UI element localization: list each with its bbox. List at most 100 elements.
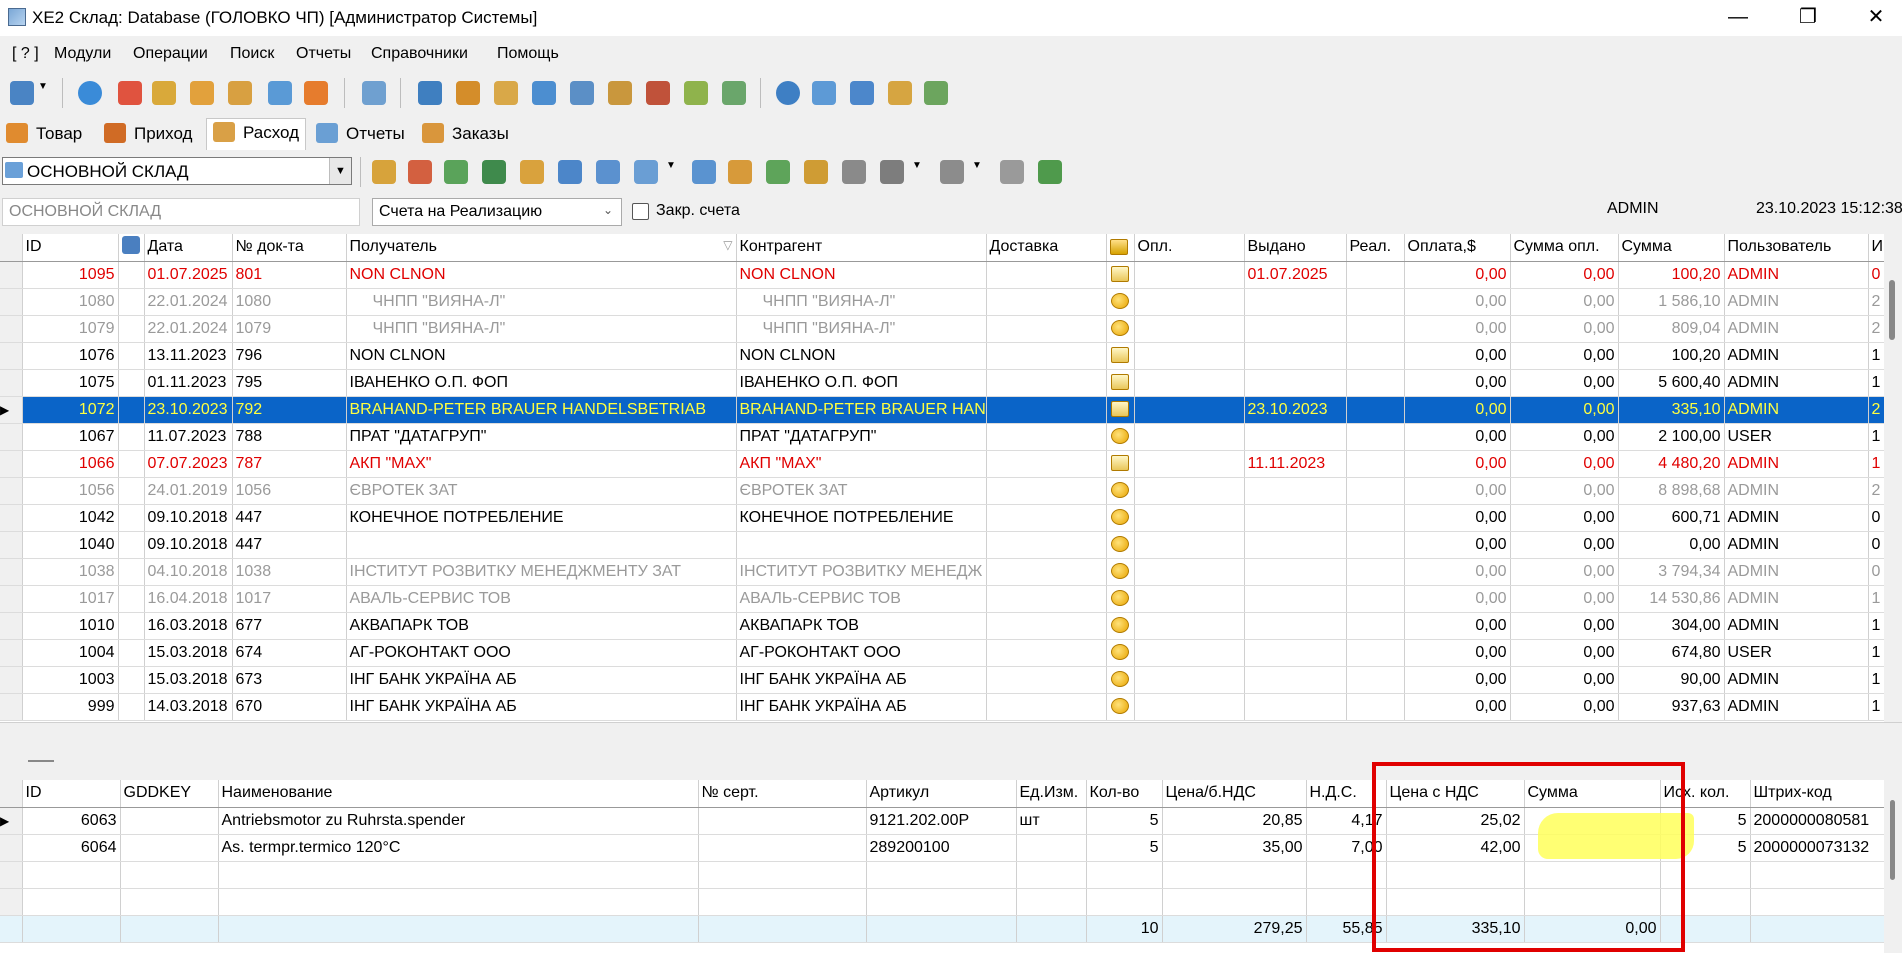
table-row[interactable]: 999 14.03.2018 670 ІНГ БАНК УКРАЇНА АБ ІНГ Б… — [0, 693, 1884, 721]
preview-icon[interactable] — [362, 81, 386, 105]
col-doc-number[interactable]: № док-та — [232, 234, 347, 262]
find-doc-icon[interactable] — [634, 160, 658, 184]
tab-goods[interactable]: Товар — [0, 120, 88, 148]
user-remove-icon[interactable] — [190, 81, 214, 105]
search-user-icon[interactable] — [888, 81, 912, 105]
structure-icon[interactable] — [482, 160, 506, 184]
refresh-icon[interactable] — [304, 81, 328, 105]
table-row[interactable]: ▶ 1072 23.10.2023 792 BRAHAND-PETER BRAUER H… — [0, 396, 1884, 424]
menu-operations[interactable]: Операции — [133, 45, 208, 63]
delete-doc-icon[interactable] — [408, 160, 432, 184]
search-tree-icon[interactable] — [924, 81, 948, 105]
clipboard-icon[interactable] — [520, 160, 544, 184]
catalog-icon[interactable] — [722, 81, 746, 105]
col-price-novat[interactable]: Цена/б.НДС — [1162, 780, 1307, 808]
row-indicator[interactable] — [0, 834, 23, 862]
row-indicator[interactable] — [0, 585, 23, 613]
info-icon[interactable] — [78, 81, 102, 105]
tab-income[interactable]: Приход — [98, 120, 198, 148]
col-flag[interactable] — [118, 234, 145, 262]
col-paid-sum[interactable]: Сумма опл. — [1510, 234, 1619, 262]
tag-icon[interactable] — [940, 160, 964, 184]
package-icon[interactable] — [646, 81, 670, 105]
edit-icon[interactable] — [372, 160, 396, 184]
col-user[interactable]: Пользователь — [1724, 234, 1869, 262]
dropdown-arrow-icon[interactable]: ▼ — [972, 160, 986, 184]
close-button[interactable]: ✕ — [1846, 0, 1902, 36]
tree-icon[interactable] — [684, 81, 708, 105]
table-row[interactable]: 1076 13.11.2023 796 NON CLNON NON CLNON 0,00 0… — [0, 342, 1884, 370]
col-extra[interactable]: И — [1868, 234, 1884, 262]
col-recipient[interactable]: Получатель ▽ — [346, 234, 737, 262]
search-list-icon[interactable] — [850, 81, 874, 105]
row-indicator[interactable] — [0, 369, 23, 397]
users-icon[interactable] — [228, 81, 252, 105]
restore-button[interactable]: ❐ — [1778, 0, 1838, 36]
col-id[interactable]: ID — [22, 234, 119, 262]
row-indicator[interactable] — [0, 450, 23, 478]
document-icon[interactable] — [558, 160, 582, 184]
col-unit[interactable]: Ед.Изм. — [1016, 780, 1087, 808]
warehouse-select[interactable]: ОСНОВНОЙ СКЛАД ▼ — [2, 157, 352, 185]
table-row[interactable]: 1017 16.04.2018 1017 АВАЛЬ-СЕРВИС ТОВ АВАЛЬ-… — [0, 585, 1884, 613]
export-icon[interactable] — [728, 160, 752, 184]
col-paid[interactable]: Опл. — [1134, 234, 1245, 262]
list-icon[interactable] — [596, 160, 620, 184]
col-sum[interactable]: Сумма — [1618, 234, 1725, 262]
table-row[interactable]: 1003 15.03.2018 673 ІНГ БАНК УКРАЇНА АБ ІНГ … — [0, 666, 1884, 694]
col-date[interactable]: Дата — [144, 234, 233, 262]
table-row[interactable]: 1080 22.01.2024 1080 ЧНПП "ВИЯНА-Л" ЧНПП "ВИ… — [0, 288, 1884, 316]
col-gddkey[interactable]: GDDKEY — [120, 780, 219, 808]
windows-icon[interactable] — [268, 81, 292, 105]
table-row[interactable]: 1067 11.07.2023 788 ПРАТ "ДАТАГРУП" ПРАТ "ДА… — [0, 423, 1884, 451]
people-icon[interactable] — [494, 81, 518, 105]
tab-reports[interactable]: Отчеты — [310, 120, 411, 148]
shop-icon[interactable] — [532, 81, 556, 105]
save-icon[interactable] — [1038, 160, 1062, 184]
splitter-grip[interactable] — [28, 760, 54, 762]
col-name[interactable]: Наименование — [218, 780, 699, 808]
menu-search[interactable]: Поиск — [230, 45, 274, 63]
col-article[interactable]: Артикул — [866, 780, 1017, 808]
network-icon[interactable] — [570, 81, 594, 105]
menu-reports[interactable]: Отчеты — [296, 45, 351, 63]
table-row[interactable]: 1056 24.01.2019 1056 ЄВРОТЕК ЗАТ ЄВРОТЕК ЗАТ… — [0, 477, 1884, 505]
col-delivery[interactable]: Доставка — [986, 234, 1107, 262]
row-indicator[interactable] — [0, 288, 23, 316]
col-status-icon[interactable] — [1106, 234, 1135, 262]
row-indicator[interactable] — [0, 531, 23, 559]
row-indicator[interactable] — [0, 315, 23, 343]
row-indicator[interactable] — [0, 261, 23, 289]
row-indicator[interactable] — [0, 666, 23, 694]
dropdown-arrow-icon[interactable]: ▼ — [666, 160, 680, 184]
row-indicator[interactable] — [0, 612, 23, 640]
eraser-icon[interactable] — [842, 160, 866, 184]
doc-type-select[interactable]: Счета на Реализацию ⌄ — [372, 198, 622, 226]
check-doc-icon[interactable] — [444, 160, 468, 184]
minimize-button[interactable]: — — [1708, 0, 1768, 36]
menu-modules[interactable]: Модули — [54, 45, 111, 63]
row-indicator[interactable] — [0, 342, 23, 370]
menu-help-about[interactable]: [ ? ] — [12, 45, 39, 63]
col-qty[interactable]: Кол-во — [1086, 780, 1163, 808]
col-cert[interactable]: № серт. — [698, 780, 867, 808]
col-payment-usd[interactable]: Оплата,$ — [1404, 234, 1511, 262]
chevron-down-icon[interactable]: ▼ — [329, 158, 351, 184]
row-indicator[interactable]: ▶ — [0, 807, 23, 835]
building-icon[interactable] — [418, 81, 442, 105]
menu-references[interactable]: Справочники — [371, 45, 468, 63]
table-row[interactable]: 1066 07.07.2023 787 АКП "MAX" АКП "MAX" 11.11… — [0, 450, 1884, 478]
stamp-icon[interactable] — [1000, 160, 1024, 184]
closed-invoices-checkbox[interactable] — [632, 203, 649, 220]
search-doc-icon[interactable] — [812, 81, 836, 105]
row-indicator[interactable] — [0, 504, 23, 532]
documents-scroll-thumb[interactable] — [1889, 280, 1895, 340]
col-issued[interactable]: Выдано — [1244, 234, 1347, 262]
row-indicator[interactable] — [0, 477, 23, 505]
table-row[interactable]: 1004 15.03.2018 674 АГ-РОКОНТАКТ ООО АГ-РОКО… — [0, 639, 1884, 667]
chevron-down-icon[interactable]: ⌄ — [603, 203, 613, 217]
print-icon[interactable] — [880, 160, 904, 184]
exit-icon[interactable] — [118, 81, 142, 105]
row-indicator[interactable] — [0, 558, 23, 586]
import-icon[interactable] — [766, 160, 790, 184]
